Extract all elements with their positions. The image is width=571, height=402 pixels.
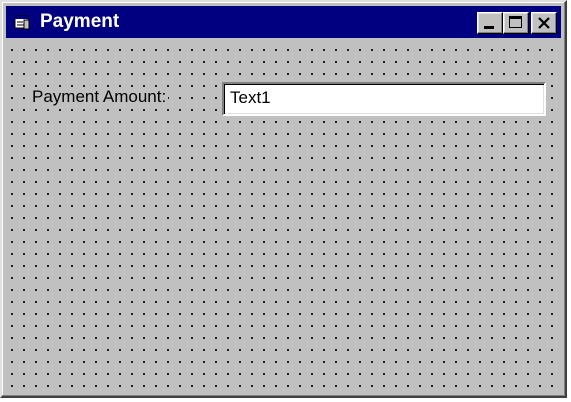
close-icon [538, 17, 550, 29]
maximize-button[interactable] [503, 12, 529, 34]
title-bar[interactable]: Payment [6, 6, 561, 38]
form-design-surface[interactable]: Payment Amount: Text1 [6, 40, 561, 392]
minimize-button[interactable] [477, 12, 503, 34]
payment-window: Payment Payment Amount: Text1 [0, 0, 567, 398]
maximize-icon [509, 16, 522, 28]
window-title: Payment [40, 11, 120, 32]
form-icon[interactable] [14, 14, 30, 30]
payment-amount-label: Payment Amount: [30, 87, 169, 107]
payment-amount-input[interactable]: Text1 [222, 82, 546, 116]
minimize-icon [484, 26, 494, 29]
close-button[interactable] [531, 12, 557, 34]
